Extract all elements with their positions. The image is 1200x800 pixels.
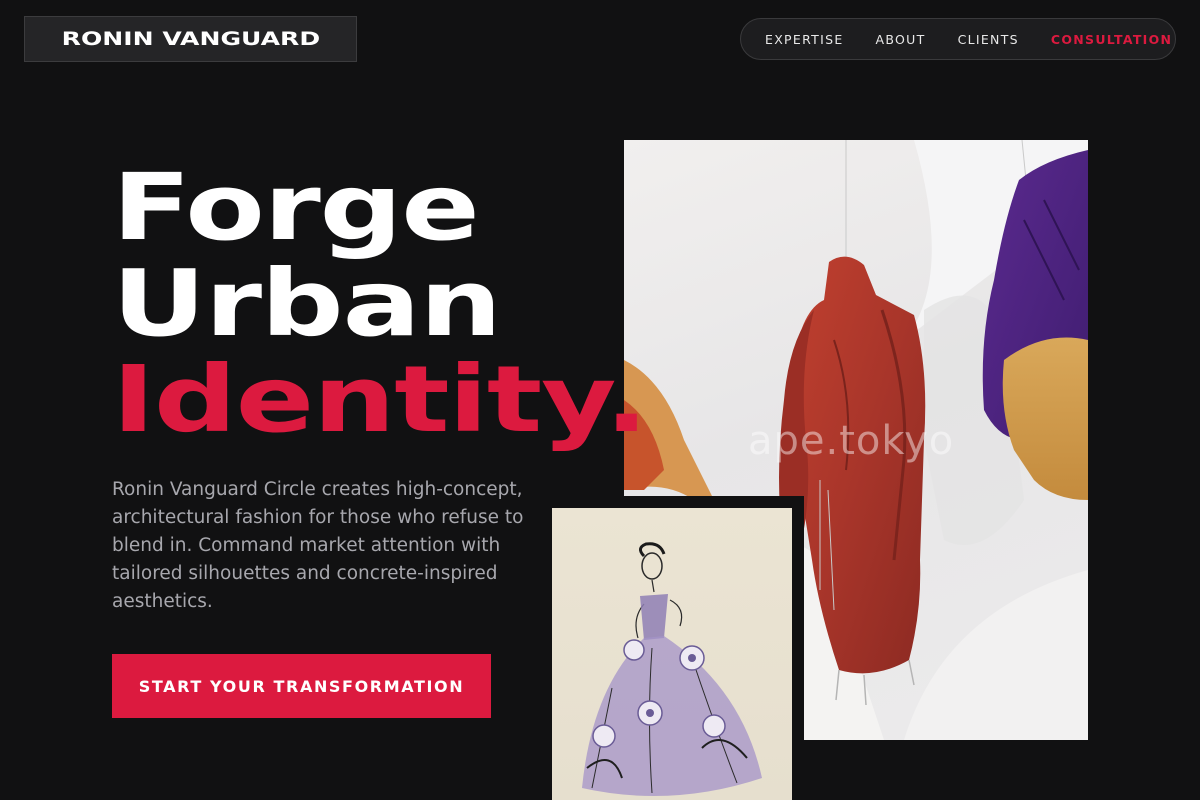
brand-name: RONIN VANGUARD	[61, 28, 320, 50]
nav-link-consultation[interactable]: CONSULTATION	[1051, 32, 1172, 47]
gown-sketch	[552, 508, 792, 800]
hero-headline: Forge Urban Identity.	[112, 160, 649, 448]
headline-line-urban: Urban	[112, 250, 502, 357]
nav-link-about[interactable]: ABOUT	[876, 32, 926, 47]
nav-link-expertise[interactable]: EXPERTISE	[765, 32, 844, 47]
main-nav: EXPERTISE ABOUT CLIENTS CONSULTATION	[740, 18, 1176, 60]
gown-illustration	[582, 542, 762, 796]
headline-line-forge: Forge	[112, 154, 480, 261]
start-transformation-button[interactable]: START YOUR TRANSFORMATION	[112, 654, 491, 718]
brand-logo[interactable]: RONIN VANGUARD	[24, 16, 357, 62]
headline-line-identity: Identity.	[112, 346, 649, 453]
hero-description: Ronin Vanguard Circle creates high-conce…	[112, 479, 524, 612]
photo-watermark: ape.tokyo	[748, 418, 955, 464]
nav-link-clients[interactable]: CLIENTS	[958, 32, 1019, 47]
